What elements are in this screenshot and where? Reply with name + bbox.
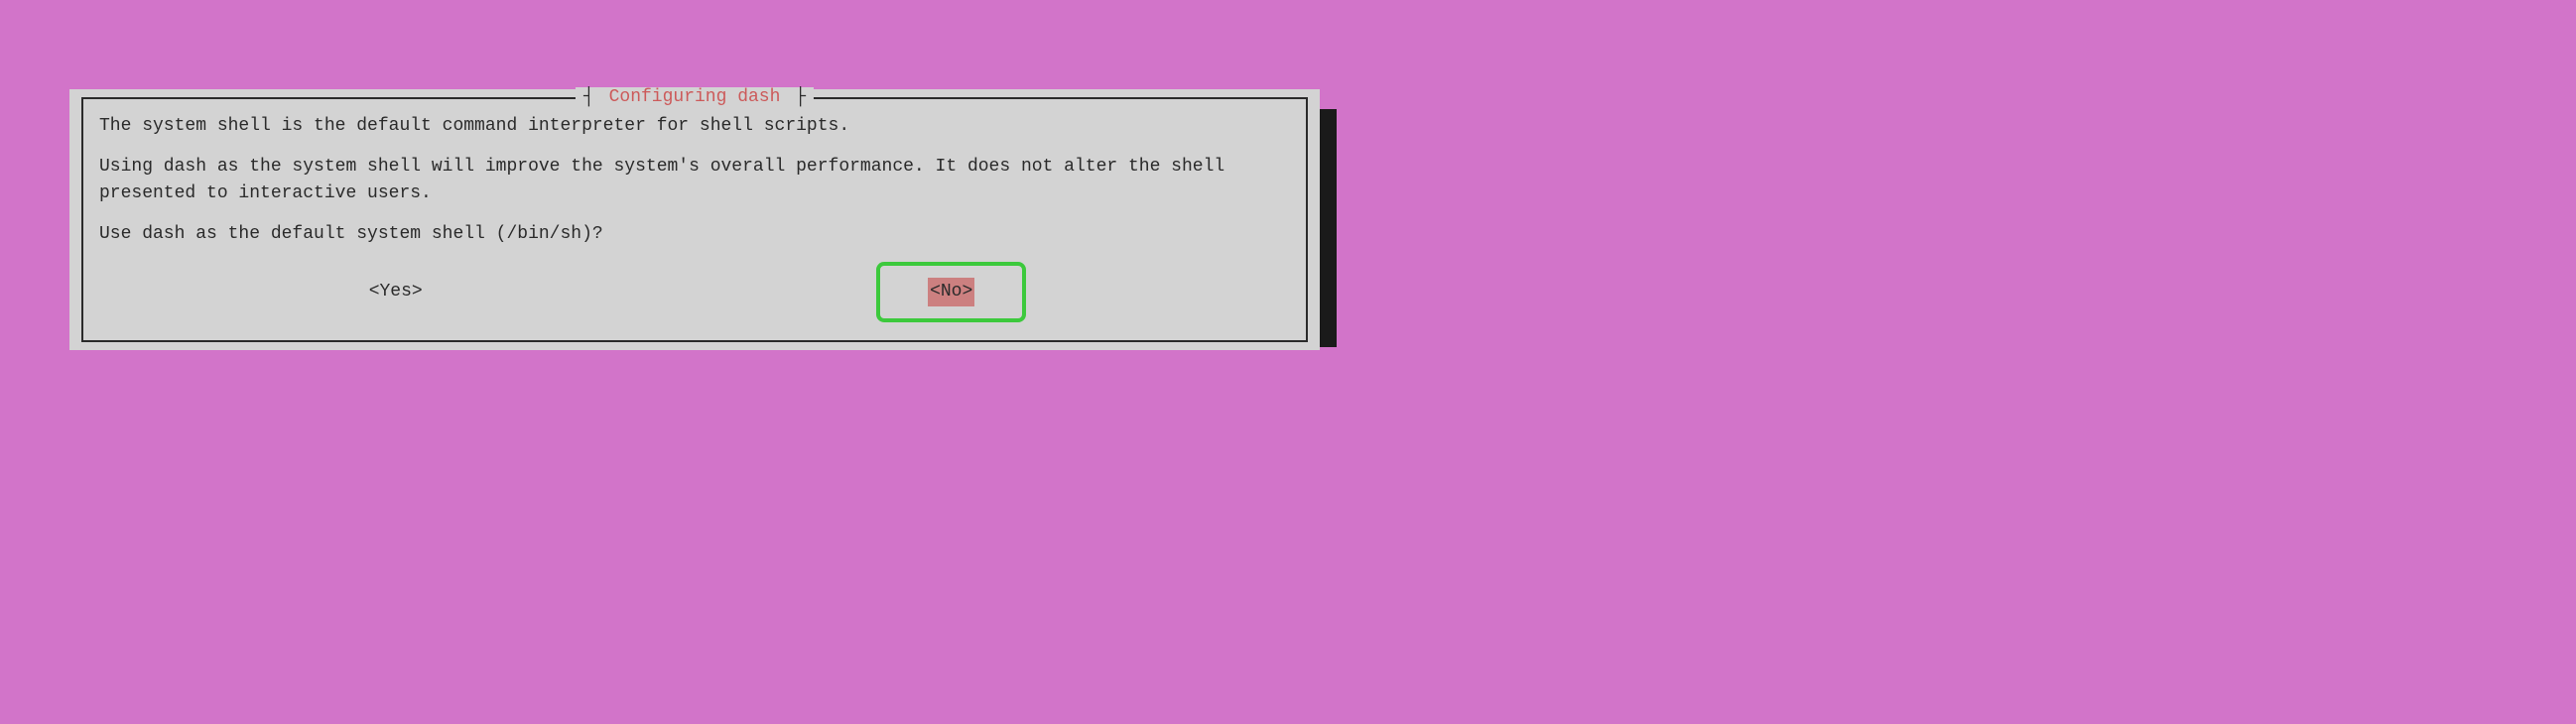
no-button[interactable]: <No> — [928, 278, 974, 306]
dialog-text-line3: Use dash as the default system shell (/b… — [99, 221, 1290, 248]
title-bracket-left: ┤ — [583, 87, 594, 107]
dialog-title-wrap: ┤ Configuring dash ├ — [576, 87, 814, 107]
button-row: <Yes> <No> — [99, 262, 1290, 322]
dialog-content: The system shell is the default command … — [99, 113, 1290, 322]
dialog-border: ┤ Configuring dash ├ The system shell is… — [81, 97, 1308, 342]
dialog-title: Configuring dash — [605, 87, 785, 107]
no-button-highlight[interactable]: <No> — [876, 262, 1026, 322]
dialog-container: ┤ Configuring dash ├ The system shell is… — [69, 89, 1320, 350]
yes-button[interactable]: <Yes> — [363, 277, 429, 307]
dialog-text-line2: Using dash as the system shell will impr… — [99, 154, 1290, 207]
title-bracket-right: ├ — [795, 87, 806, 107]
dialog-text-line1: The system shell is the default command … — [99, 113, 1290, 140]
